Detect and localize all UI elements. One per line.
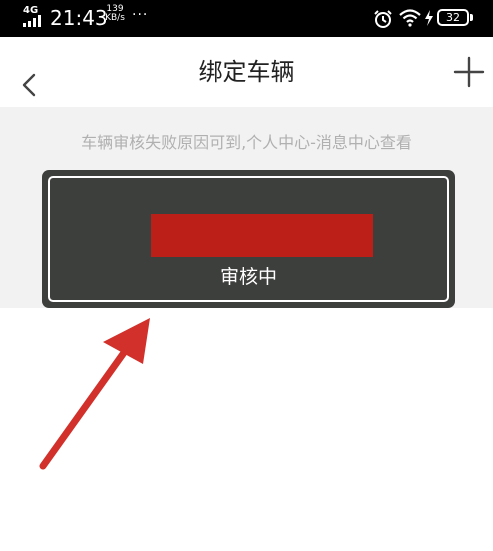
annotation-arrow [39, 318, 150, 470]
